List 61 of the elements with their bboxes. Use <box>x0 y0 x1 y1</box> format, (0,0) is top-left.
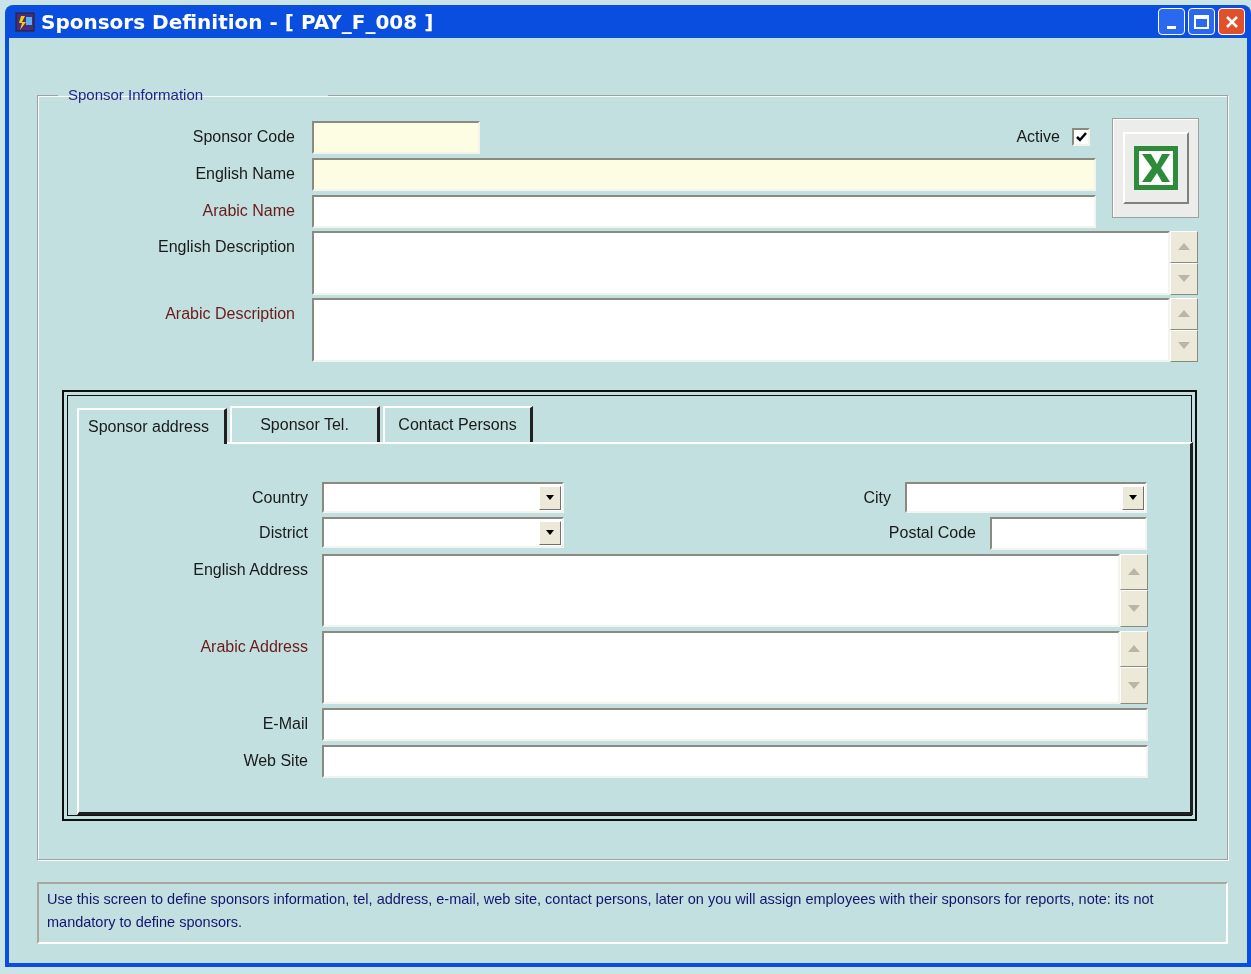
field-label: English Name <box>194 163 295 184</box>
scroll-down-button[interactable] <box>1120 590 1148 627</box>
field-label: E-Mail <box>261 713 308 734</box>
field-label: Arabic Description <box>164 303 295 324</box>
input-field[interactable] <box>312 157 1096 191</box>
text-area[interactable] <box>312 297 1170 362</box>
close-icon <box>1224 14 1239 29</box>
field-label: City <box>863 487 891 508</box>
field-label: English Description <box>157 236 295 257</box>
field-label: Web Site <box>242 750 308 771</box>
scroll-up-button[interactable] <box>1170 230 1198 263</box>
scroll-up-button[interactable] <box>1120 630 1148 667</box>
input-field[interactable] <box>990 516 1147 550</box>
input-field[interactable] <box>322 744 1148 778</box>
down-arrow-icon <box>1128 681 1140 689</box>
active-label: Active <box>1016 127 1060 147</box>
minimize-button[interactable] <box>1158 8 1185 35</box>
export-button[interactable] <box>1112 117 1199 218</box>
dropdown[interactable] <box>322 481 564 513</box>
caret-icon <box>546 530 554 535</box>
field-label: Arabic Address <box>199 636 308 657</box>
field-label: Postal Code <box>888 522 976 543</box>
text-area[interactable] <box>312 230 1170 295</box>
input-field[interactable] <box>312 194 1096 228</box>
dropdown[interactable] <box>905 481 1147 513</box>
up-arrow-icon <box>1128 645 1140 653</box>
input-field[interactable] <box>312 120 480 154</box>
scroll-up-button[interactable] <box>1120 553 1148 590</box>
down-arrow-icon <box>1178 342 1190 349</box>
scroll-down-button[interactable] <box>1170 329 1198 362</box>
scroll-down-button[interactable] <box>1170 262 1198 295</box>
scroll-up-button[interactable] <box>1170 297 1198 330</box>
app-icon <box>15 11 35 32</box>
up-arrow-icon <box>1178 243 1190 250</box>
down-arrow-icon <box>1128 604 1140 612</box>
input-field[interactable] <box>322 707 1148 741</box>
dropdown[interactable] <box>322 516 564 548</box>
caret-icon <box>546 495 554 500</box>
caret-icon <box>1129 495 1137 500</box>
tab[interactable]: Contact Persons <box>383 405 533 442</box>
maximize-button[interactable] <box>1188 8 1215 35</box>
help-text: Use this screen to define sponsors information, tel, address, e-mail, web site, contact persons, later on you will assign employees with their sponsors for reports, note: its not mandatory to define sponsors. <box>37 882 1228 944</box>
field-label: Country <box>250 487 308 508</box>
tab[interactable]: Sponsor Tel. <box>230 405 380 442</box>
text-area[interactable] <box>322 553 1120 627</box>
field-label: Arabic Name <box>201 200 295 221</box>
window-title: Sponsors Definition - [ PAY_F_008 ] <box>41 8 434 36</box>
scroll-down-button[interactable] <box>1120 667 1148 704</box>
spreadsheet-icon <box>1133 145 1178 190</box>
up-arrow-icon <box>1178 310 1190 317</box>
field-label: English Address <box>192 559 308 580</box>
checkbox[interactable] <box>1072 128 1090 146</box>
text-area[interactable] <box>322 630 1120 704</box>
check-icon <box>1075 132 1087 142</box>
down-arrow-icon <box>1178 275 1190 282</box>
tab[interactable]: Sponsor address <box>77 407 227 444</box>
field-label: District <box>258 522 308 543</box>
field-label: Sponsor Code <box>191 126 295 147</box>
group-title: Sponsor Information <box>67 85 205 105</box>
up-arrow-icon <box>1128 568 1140 576</box>
close-button[interactable] <box>1218 8 1245 35</box>
